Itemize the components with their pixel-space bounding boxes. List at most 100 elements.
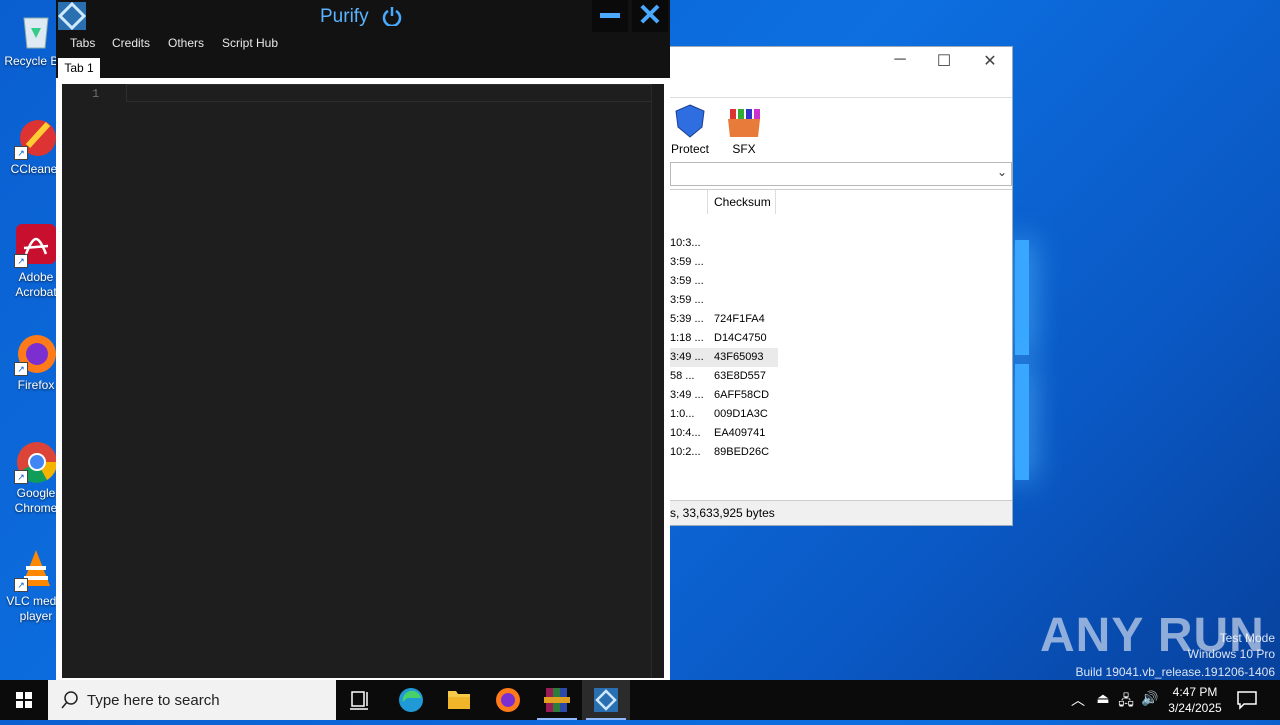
purify-tab-strip: Tab 1: [56, 58, 670, 78]
file-explorer-icon: [448, 691, 470, 709]
shortcut-arrow-icon: ↗: [14, 470, 28, 484]
close-button[interactable]: ✕: [970, 51, 1010, 71]
table-row[interactable]: 1:0... 009D1A3C: [670, 405, 778, 424]
firefox-icon: ↗: [14, 332, 58, 376]
sfx-label: SFX: [732, 142, 756, 156]
ccleaner-icon: ↗: [14, 116, 58, 160]
protect-label: Protect: [670, 142, 709, 156]
row-checksum: 724F1FA4: [714, 313, 765, 325]
column-header-checksum[interactable]: Checksum: [708, 190, 776, 214]
notifications-icon[interactable]: [1236, 690, 1258, 710]
purify-title: Purify: [320, 6, 369, 27]
purify-titlebar[interactable]: Purify ✕: [56, 0, 670, 32]
purify-window[interactable]: Purify ✕ Tabs Credits Others Script Hub …: [56, 0, 670, 684]
minimize-button[interactable]: [592, 0, 628, 32]
table-row[interactable]: 10:2... 89BED26C: [670, 443, 778, 462]
watermark-edition: Windows 10 Pro: [1187, 647, 1275, 661]
show-hidden-icons-icon[interactable]: ︿: [1068, 690, 1088, 710]
archive-titlebar[interactable]: ─ ☐ ✕: [670, 47, 1012, 77]
table-row[interactable]: 3:49 ... 6AFF58CD: [670, 386, 778, 405]
clock-date: 3/24/2025: [1168, 701, 1222, 715]
table-row[interactable]: 10:4... EA409741: [670, 424, 778, 443]
chevron-down-icon: ⌄: [996, 165, 1007, 179]
close-button[interactable]: ✕: [632, 0, 668, 32]
network-icon[interactable]: 🖧: [1116, 690, 1136, 714]
minimize-button[interactable]: ─: [880, 51, 920, 69]
archive-path-dropdown[interactable]: ⌄: [670, 162, 1012, 186]
close-icon: ✕: [637, 0, 663, 32]
search-icon: [61, 691, 78, 709]
table-row[interactable]: 3:59 ...: [670, 272, 778, 291]
volume-icon[interactable]: 🔊: [1140, 690, 1160, 707]
menu-item-credits[interactable]: Credits: [112, 36, 150, 50]
purify-taskbar-button[interactable]: [582, 680, 630, 720]
edge-taskbar-button[interactable]: [387, 680, 435, 720]
menu-item-script-hub[interactable]: Script Hub: [222, 36, 278, 50]
recycle-bin-icon: [14, 8, 58, 52]
row-checksum: 6AFF58CD: [714, 389, 770, 401]
table-row[interactable]: 58 ... 63E8D557: [670, 367, 778, 386]
task-view-button[interactable]: [336, 680, 384, 720]
sfx-button[interactable]: SFX: [719, 103, 769, 156]
editor-scrollbar[interactable]: [651, 84, 664, 678]
watermark-test-mode: Test Mode: [1219, 631, 1275, 645]
archive-window[interactable]: ─ ☐ ✕ Protect SFX ⌄ Checksum 10:3... 3:59…: [669, 46, 1013, 526]
table-row[interactable]: 5:39 ... 724F1FA4: [670, 310, 778, 329]
shortcut-arrow-icon: ↗: [14, 578, 28, 592]
protect-button[interactable]: Protect: [665, 103, 715, 156]
table-row[interactable]: 3:59 ...: [670, 253, 778, 272]
minimize-icon: [600, 13, 620, 18]
table-row[interactable]: 1:18 ... D14C4750: [670, 329, 778, 348]
chrome-icon: ↗: [14, 440, 58, 484]
editor-frame: 1: [56, 78, 670, 684]
firefox-taskbar-button[interactable]: [484, 680, 532, 720]
archive-status-bar: s, 33,633,925 bytes: [670, 500, 1012, 525]
table-row[interactable]: 3:49 ... 43F65093: [670, 348, 778, 367]
taskbar-search-box[interactable]: Type here to search: [48, 680, 336, 720]
watermark-build: Build 19041.vb_release.191206-1406: [1075, 665, 1276, 679]
archive-toolbar: Protect SFX: [670, 97, 1012, 160]
row-modified: 58 ...: [670, 370, 695, 382]
task-view-icon: [350, 691, 368, 710]
start-button[interactable]: [0, 680, 48, 720]
file-explorer-taskbar-button[interactable]: [435, 680, 483, 720]
table-row[interactable]: 3:59 ...: [670, 291, 778, 310]
row-modified: 3:59 ...: [670, 294, 704, 306]
row-modified: 10:2...: [670, 446, 701, 458]
taskbar-clock[interactable]: 4:47 PM 3/24/2025: [1163, 684, 1227, 716]
script-editor[interactable]: 1: [62, 84, 664, 678]
purify-icon: [594, 688, 618, 712]
row-modified: 3:49 ...: [670, 389, 704, 401]
maximize-button[interactable]: ☐: [924, 51, 964, 71]
winrar-taskbar-button[interactable]: [533, 680, 581, 720]
row-checksum: 009D1A3C: [714, 408, 768, 420]
purify-logo-icon: [57, 1, 87, 31]
vlc-icon: ↗: [14, 548, 58, 592]
line-number: 1: [92, 87, 100, 101]
menu-item-tabs[interactable]: Tabs: [70, 36, 95, 50]
row-checksum: EA409741: [714, 427, 766, 439]
archive-file-list[interactable]: Checksum 10:3... 3:59 ... 3:59 ... 3:59 ...…: [670, 189, 1012, 501]
sfx-archive-icon: [726, 103, 762, 139]
usb-device-icon[interactable]: ⏏: [1093, 690, 1113, 707]
firefox-icon: [496, 688, 520, 712]
shortcut-arrow-icon: ↗: [14, 254, 28, 268]
clock-time: 4:47 PM: [1172, 685, 1218, 699]
power-icon[interactable]: [382, 6, 402, 28]
shortcut-arrow-icon: ↗: [14, 362, 28, 376]
edge-icon: [399, 688, 423, 712]
shield-icon: [672, 103, 708, 139]
column-header-modified[interactable]: [670, 190, 708, 214]
table-row[interactable]: 10:3...: [670, 234, 778, 253]
menu-item-others[interactable]: Others: [168, 36, 204, 50]
taskbar: Type here to search ︿ ⏏ 🖧 🔊 4:47 PM 3/24…: [0, 680, 1280, 720]
current-line-highlight: [126, 84, 662, 102]
row-checksum: 43F65093: [714, 351, 764, 363]
windows-start-icon: [16, 692, 32, 708]
row-checksum: D14C4750: [714, 332, 767, 344]
windows-logo-wallpaper: [1015, 240, 1029, 480]
row-modified: 10:4...: [670, 427, 701, 439]
row-modified: 3:59 ...: [670, 275, 704, 287]
tab-1[interactable]: Tab 1: [58, 58, 100, 78]
row-modified: 1:18 ...: [670, 332, 704, 344]
